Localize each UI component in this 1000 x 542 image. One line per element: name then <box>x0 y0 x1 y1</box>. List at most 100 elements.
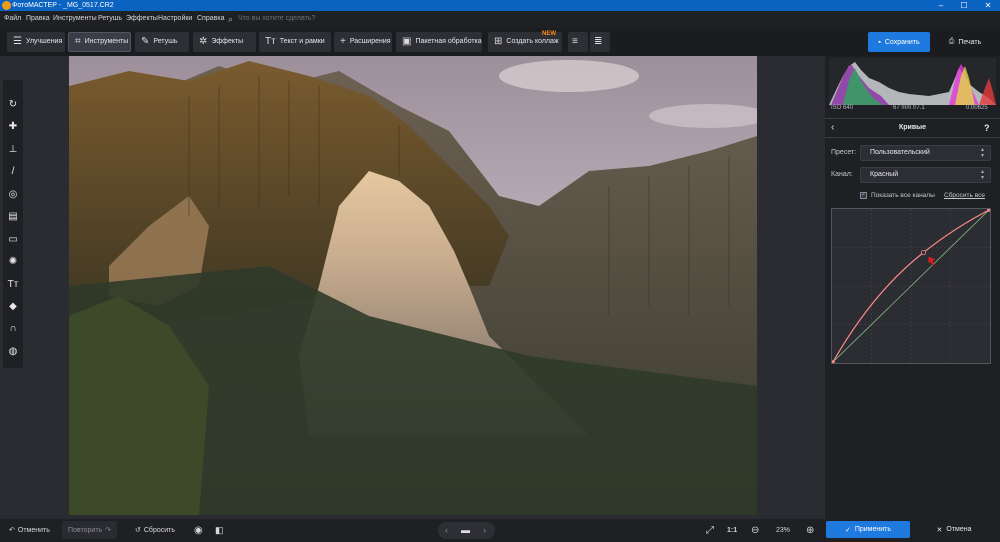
plus-icon: + <box>340 36 346 47</box>
next-arrow-icon[interactable]: › <box>483 525 486 535</box>
window-title: ФотоМАСТЕР - _MG_0517.CR2 <box>12 2 114 9</box>
tab-label: Улучшения <box>25 38 63 45</box>
undo-icon: ↶ <box>9 527 15 534</box>
chevron-updown-icon: ▴ ▾ <box>980 147 984 159</box>
compare-icon[interactable]: ◧ <box>215 524 224 536</box>
cancel-button[interactable]: ✕ Отмена <box>912 521 996 538</box>
crop-icon: ⌗ <box>75 36 81 47</box>
zoom-in-icon[interactable]: ⊕ <box>806 524 814 536</box>
curve-control-point[interactable] <box>920 249 927 256</box>
search-input[interactable]: Что вы хотите сделать? <box>238 15 315 22</box>
curve-control-point[interactable] <box>831 360 835 364</box>
save-button[interactable]: ▪ Сохранить <box>868 32 930 52</box>
fit-screen-icon[interactable]: ⤢ <box>706 524 714 536</box>
prev-arrow-icon[interactable]: ‹ <box>445 525 448 535</box>
tab-enhance[interactable]: ☰ Улучшения <box>7 32 65 52</box>
curve-canvas[interactable] <box>831 208 991 364</box>
eye-icon[interactable]: ◉ <box>194 524 203 536</box>
mouse-cursor-icon <box>928 256 936 266</box>
magic-icon: ✲ <box>199 36 208 47</box>
close-button[interactable]: ✕ <box>977 0 999 11</box>
cancel-label: Отмена <box>946 526 972 533</box>
tab-retouch[interactable]: ✎ Ретушь <box>135 32 189 52</box>
horseshoe-icon[interactable]: ∩ <box>6 322 20 336</box>
curve-control-point[interactable] <box>987 208 991 212</box>
zoom-actual-button[interactable]: 1:1 <box>727 524 737 536</box>
batch-label: Пакетная обработка <box>415 38 482 45</box>
histogram-graph <box>829 62 996 105</box>
tab-extensions[interactable]: + Расширения <box>334 32 392 52</box>
tab-tools[interactable]: ⌗ Инструменты <box>68 32 131 52</box>
panel-divider <box>825 137 1000 138</box>
reset-label: Сбросить <box>143 526 175 534</box>
chevron-updown-icon: ▴ ▾ <box>980 169 984 181</box>
redo-icon: ↷ <box>105 527 112 534</box>
menu-settings[interactable]: Настройки <box>158 15 192 22</box>
healing-brush-icon[interactable]: ✚ <box>6 120 20 134</box>
floppy-icon: ▪ <box>878 38 881 46</box>
tab-text-frames[interactable]: Tт Текст и рамки <box>259 32 331 52</box>
apply-button[interactable]: ✓ Применить <box>826 521 910 538</box>
stamp-icon[interactable]: ⊥ <box>6 143 20 157</box>
brush-icon[interactable]: / <box>6 165 20 179</box>
menu-file[interactable]: Файл <box>4 15 21 22</box>
stabilize-icon[interactable]: ↻ <box>6 98 20 112</box>
fill-icon[interactable]: ◆ <box>6 300 20 314</box>
text-icon[interactable]: Tт <box>6 278 20 292</box>
reset-button[interactable]: ↺ Сбросить <box>135 524 175 536</box>
tab-label: Эффекты <box>211 38 244 45</box>
print-button[interactable]: ⎙ Печать <box>934 32 996 52</box>
preset-value: Пользовательский <box>870 149 930 156</box>
tab-label: Ретушь <box>153 38 178 45</box>
main-toolbar: ☰ Улучшения ⌗ Инструменты ✎ Ретушь ✲ Эфф… <box>0 28 1000 56</box>
lens-value: 67 mm f/7.1 <box>893 105 925 111</box>
globe-icon[interactable]: ◍ <box>6 345 20 359</box>
create-collage-button[interactable]: ⊞ Создать коллаж NEW <box>488 31 562 52</box>
vignette-icon[interactable]: ▭ <box>6 233 20 247</box>
histogram <box>829 58 996 105</box>
menu-effects[interactable]: Эффекты <box>126 15 158 22</box>
zoom-value: 23% <box>776 526 791 534</box>
channel-label: Канал: <box>831 171 853 178</box>
help-icon[interactable]: ? <box>984 123 990 133</box>
menu-help[interactable]: Справка <box>197 15 224 22</box>
undo-label: Отменить <box>17 526 50 534</box>
panel-divider <box>825 118 1000 119</box>
settings-list-button[interactable]: ≣ <box>590 32 610 52</box>
channel-value: Красный <box>870 171 899 178</box>
tab-label: Инструменты <box>84 38 129 45</box>
channel-select[interactable]: Красный ▴ ▾ <box>860 167 991 183</box>
list-add-icon: ≡ <box>572 36 578 47</box>
show-all-channels-checkbox[interactable]: ✓ <box>860 192 867 199</box>
menu-retouch[interactable]: Ретушь <box>98 15 122 22</box>
zoom-out-icon[interactable]: ⊖ <box>751 524 759 536</box>
menu-edit[interactable]: Правка <box>26 15 50 22</box>
reset-all-link[interactable]: Сбросить все <box>944 192 985 199</box>
history-button[interactable]: ≡ <box>568 32 588 52</box>
navigation-pill: ‹ ▬ › <box>438 522 495 539</box>
iso-value: ISO 640 <box>831 105 854 111</box>
app-logo-icon <box>2 1 11 10</box>
printer-icon: ⎙ <box>948 38 955 45</box>
menu-tools[interactable]: Инструменты <box>53 15 97 22</box>
batch-icon: ▣ <box>402 36 412 47</box>
redo-button[interactable]: Повторить ↷ <box>62 521 118 539</box>
light-icon[interactable]: ✺ <box>6 255 20 269</box>
folder-icon[interactable]: ▬ <box>461 525 470 535</box>
panel-title: Кривые <box>898 124 927 131</box>
undo-button[interactable]: ↶ Отменить <box>9 524 50 536</box>
close-icon: ✕ <box>936 526 943 534</box>
gradient-filter-icon[interactable]: ▤ <box>6 210 20 224</box>
maximize-button[interactable]: ☐ <box>953 0 975 11</box>
minimize-button[interactable]: – <box>930 0 952 11</box>
search-icon[interactable]: ⌕ <box>228 14 233 25</box>
print-label: Печать <box>958 38 982 46</box>
photo-canvas[interactable] <box>69 56 757 515</box>
batch-processing-button[interactable]: ▣ Пакетная обработка <box>396 32 482 52</box>
checkmark-icon: ✓ <box>844 526 851 534</box>
curves-graph[interactable] <box>831 208 991 364</box>
radial-filter-icon[interactable]: ◎ <box>6 188 20 202</box>
preset-select[interactable]: Пользовательский ▴ ▾ <box>860 145 991 161</box>
sliders-icon: ☰ <box>13 36 22 47</box>
tab-effects[interactable]: ✲ Эффекты <box>193 32 256 52</box>
